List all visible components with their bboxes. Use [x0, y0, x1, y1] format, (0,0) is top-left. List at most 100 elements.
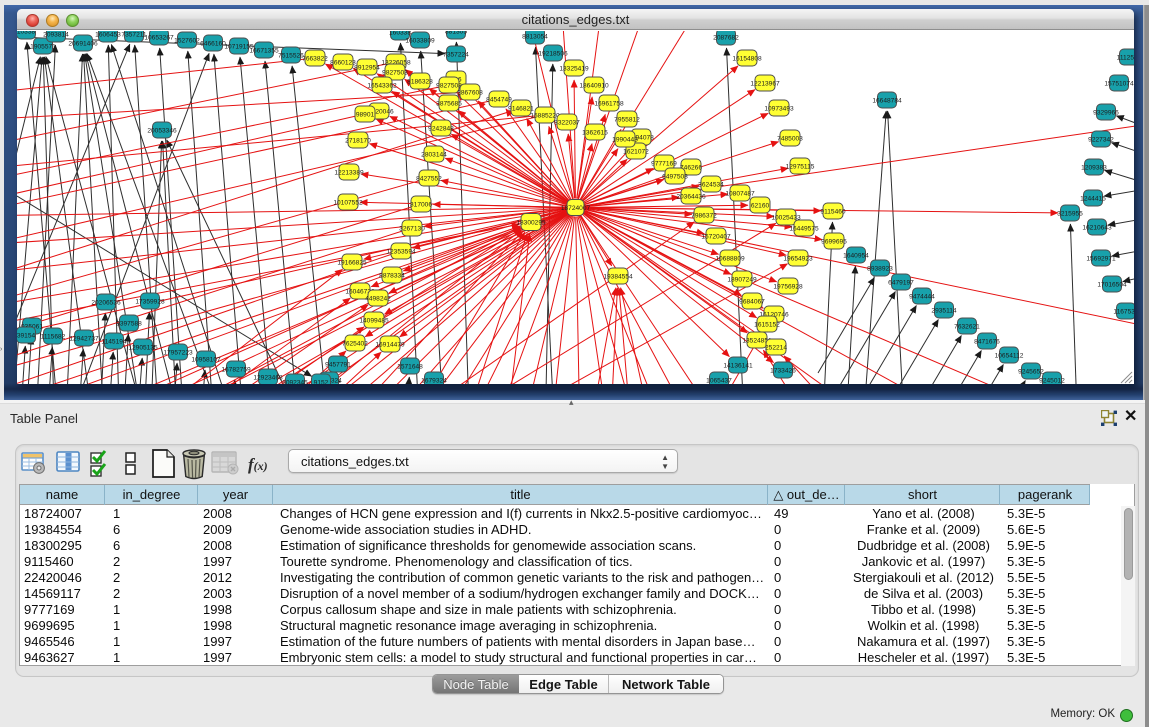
svg-text:20053346: 20053346 — [147, 127, 177, 134]
svg-text:3624534: 3624534 — [698, 181, 724, 188]
svg-text:9245012: 9245012 — [1039, 377, 1065, 384]
svg-text:8322037: 8322037 — [554, 119, 580, 126]
svg-text:1362615: 1362615 — [582, 129, 608, 136]
svg-text:1145194: 1145194 — [101, 338, 127, 345]
svg-text:10653267: 10653267 — [144, 34, 174, 41]
svg-text:17359928: 17359928 — [135, 298, 165, 305]
svg-text:2718170: 2718170 — [345, 137, 371, 144]
svg-text:12213967: 12213967 — [750, 80, 780, 87]
svg-text:1733426: 1733426 — [770, 367, 796, 374]
svg-text:9474444: 9474444 — [909, 293, 935, 300]
svg-text:10807487: 10807487 — [725, 190, 755, 197]
svg-text:16154808: 16154808 — [732, 55, 762, 62]
svg-text:18640910: 18640910 — [579, 82, 609, 89]
svg-text:9245652: 9245652 — [1018, 368, 1044, 375]
svg-text:19654923: 19654923 — [783, 255, 813, 262]
svg-text:15751074: 15751074 — [1104, 80, 1134, 87]
svg-text:12923468: 12923468 — [253, 374, 283, 381]
svg-text:10688809: 10688809 — [715, 255, 745, 262]
svg-text:12353594: 12353594 — [386, 248, 416, 255]
svg-text:8912954: 8912954 — [354, 64, 380, 71]
svg-text:8660123: 8660123 — [330, 59, 356, 66]
svg-text:16671355: 16671355 — [249, 47, 279, 54]
svg-text:13325419: 13325419 — [559, 65, 589, 72]
svg-text:2803144: 2803144 — [421, 151, 447, 158]
svg-text:17016504: 17016504 — [1097, 281, 1127, 288]
svg-text:8454749: 8454749 — [486, 96, 512, 103]
svg-text:1115682: 1115682 — [41, 333, 66, 340]
svg-text:17957223: 17957223 — [163, 349, 193, 356]
svg-text:9152: 9152 — [314, 379, 329, 384]
svg-text:9777169: 9777169 — [651, 160, 677, 167]
svg-text:15692971: 15692971 — [1086, 255, 1116, 262]
svg-text:1640954: 1640954 — [843, 252, 869, 259]
svg-text:20206536: 20206536 — [91, 299, 121, 306]
svg-text:12213389: 12213389 — [334, 169, 364, 176]
svg-text:8878334: 8878334 — [379, 272, 405, 279]
svg-text:19166825: 19166825 — [337, 259, 367, 266]
svg-text:3875685: 3875685 — [436, 100, 462, 107]
svg-text:2867608: 2867608 — [457, 89, 483, 96]
svg-text:1905571: 1905571 — [30, 43, 56, 50]
svg-text:14099485: 14099485 — [359, 317, 389, 324]
svg-text:2935114: 2935114 — [931, 307, 957, 314]
svg-text:16543362: 16543362 — [367, 82, 397, 89]
svg-text:1606453: 1606453 — [95, 31, 121, 38]
svg-text:8186328: 8186328 — [407, 78, 433, 85]
svg-text:18907249: 18907249 — [727, 276, 757, 283]
svg-text:8938923: 8938923 — [867, 265, 893, 272]
svg-text:7632621: 7632621 — [954, 323, 980, 330]
svg-text:1065437: 1065437 — [706, 377, 732, 384]
svg-text:1092345: 1092345 — [282, 379, 308, 384]
svg-text:6466160: 6466160 — [200, 40, 226, 47]
svg-text:1615152: 1615152 — [754, 321, 780, 328]
svg-text:1621072: 1621072 — [623, 148, 649, 155]
svg-text:8813054: 8813054 — [522, 33, 548, 40]
svg-text:1990443: 1990443 — [612, 136, 638, 143]
svg-text:9397588: 9397588 — [116, 320, 142, 327]
svg-text:7625402: 7625402 — [342, 340, 368, 347]
svg-text:9115460: 9115460 — [820, 208, 846, 215]
svg-text:9227342: 9227342 — [1088, 136, 1114, 143]
svg-text:2093814: 2093814 — [43, 31, 69, 38]
svg-text:f(x): f(x) — [248, 455, 268, 474]
svg-text:10958107: 10958107 — [191, 356, 221, 363]
svg-text:7485003: 7485003 — [777, 135, 803, 142]
svg-text:7663822: 7663822 — [302, 55, 328, 62]
svg-text:16961758: 16961758 — [594, 100, 624, 107]
svg-text:9684067: 9684067 — [739, 298, 765, 305]
svg-text:1679324: 1679324 — [421, 377, 447, 384]
svg-text:19384554: 19384554 — [603, 273, 633, 280]
svg-text:2087682: 2087682 — [713, 34, 739, 41]
svg-text:4498242: 4498242 — [365, 295, 391, 302]
svg-text:15885220: 15885220 — [530, 112, 560, 119]
svg-text:10107552: 10107552 — [333, 199, 363, 206]
svg-text:14136141: 14136141 — [723, 362, 753, 369]
svg-text:9329966: 9329966 — [1093, 109, 1119, 116]
svg-text:6497508: 6497508 — [662, 173, 688, 180]
svg-text:7955812: 7955812 — [614, 116, 640, 123]
svg-text:160338: 160338 — [389, 31, 411, 36]
svg-text:1112543: 1112543 — [1117, 54, 1134, 61]
svg-text:252214: 252214 — [765, 344, 787, 351]
svg-text:10338: 10338 — [17, 31, 35, 35]
svg-text:10654112: 10654112 — [995, 352, 1024, 359]
svg-text:19218506: 19218506 — [538, 50, 568, 57]
svg-text:15720407: 15720407 — [701, 233, 731, 240]
svg-text:20364436: 20364436 — [676, 193, 706, 200]
svg-text:10973493: 10973493 — [764, 105, 794, 112]
svg-text:3267130: 3267130 — [399, 225, 425, 232]
svg-text:1209383: 1209383 — [1081, 164, 1107, 171]
svg-text:1167533: 1167533 — [1113, 308, 1134, 315]
svg-text:62160: 62160 — [751, 202, 770, 209]
svg-text:18724007: 18724007 — [561, 205, 591, 212]
svg-text:317006: 317006 — [410, 201, 432, 208]
svg-text:16914479: 16914479 — [375, 341, 405, 348]
svg-text:7515526: 7515526 — [278, 52, 304, 59]
svg-text:9146821: 9146821 — [508, 105, 534, 112]
svg-text:39154: 39154 — [17, 332, 35, 339]
svg-text:16033809: 16033809 — [405, 37, 435, 44]
svg-text:12942737: 12942737 — [69, 335, 99, 342]
svg-text:9699695: 9699695 — [821, 238, 847, 245]
svg-text:3215955: 3215955 — [1057, 210, 1083, 217]
